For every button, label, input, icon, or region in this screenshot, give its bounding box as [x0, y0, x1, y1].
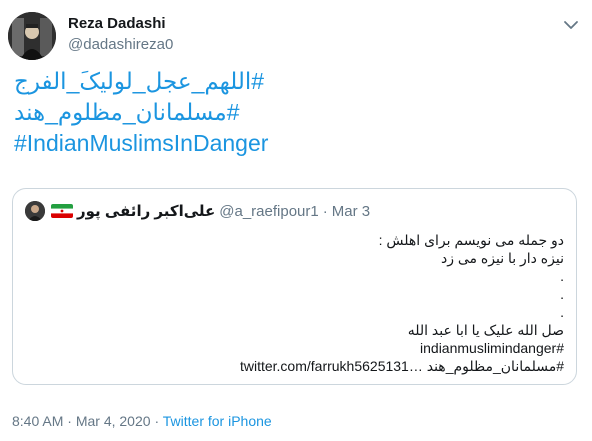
avatar[interactable] [8, 12, 56, 60]
author-handle[interactable]: @dadashireza0 [68, 35, 173, 54]
separator-dot: · [322, 202, 328, 220]
quoted-avatar[interactable] [25, 201, 45, 221]
quoted-line: . [560, 286, 564, 302]
quoted-tweet-header: علی‌اکبر رائفی پور @a_raefipour1 · Mar 3 [25, 201, 370, 221]
quoted-author-handle[interactable]: @a_raefipour1 [219, 203, 318, 220]
hashtag-link[interactable]: #اللهم_عجل_لولیکَ_الفرج [14, 66, 578, 97]
hashtag-link[interactable]: #IndianMuslimsInDanger [14, 128, 578, 159]
quoted-author-name[interactable]: علی‌اکبر رائفی پور [77, 202, 215, 220]
quoted-date[interactable]: Mar 3 [332, 203, 370, 220]
quoted-link-line: #مسلمانان_مظلوم_هند …twitter.com/farrukh… [239, 358, 564, 374]
tweet-date[interactable]: Mar 4, 2020 [76, 413, 151, 429]
quoted-line: دو جمله می نویسم برای اهلش : [378, 232, 564, 248]
quoted-line: نیزه دار با نیزه می زد [440, 250, 564, 266]
tweet-time[interactable]: 8:40 AM [12, 413, 63, 429]
author-info: Reza Dadashi @dadashireza0 [68, 14, 173, 54]
quoted-hashtag: #indianmuslimindanger [420, 340, 564, 356]
tweet-text: #اللهم_عجل_لولیکَ_الفرج #مسلمانان_مظلوم_… [0, 66, 592, 159]
separator-dot: · [154, 413, 160, 429]
quoted-line: صل الله علیک یا ابا عبد الله [407, 322, 564, 338]
author-name[interactable]: Reza Dadashi [68, 14, 173, 33]
chevron-down-icon[interactable] [562, 16, 580, 34]
quoted-line: . [560, 304, 564, 320]
iran-flag-icon [51, 204, 73, 218]
quoted-tweet-text: دو جمله می نویسم برای اهلش : نیزه دار با… [24, 231, 564, 375]
quoted-line: . [560, 268, 564, 284]
tweet-source-link[interactable]: Twitter for iPhone [163, 413, 272, 429]
hashtag-link[interactable]: #مسلمانان_مظلوم_هند [14, 97, 578, 128]
tweet-meta: 8:40 AM · Mar 4, 2020 · Twitter for iPho… [12, 413, 272, 429]
separator-dot: · [67, 413, 72, 429]
quoted-tweet[interactable]: علی‌اکبر رائفی پور @a_raefipour1 · Mar 3… [12, 188, 577, 385]
